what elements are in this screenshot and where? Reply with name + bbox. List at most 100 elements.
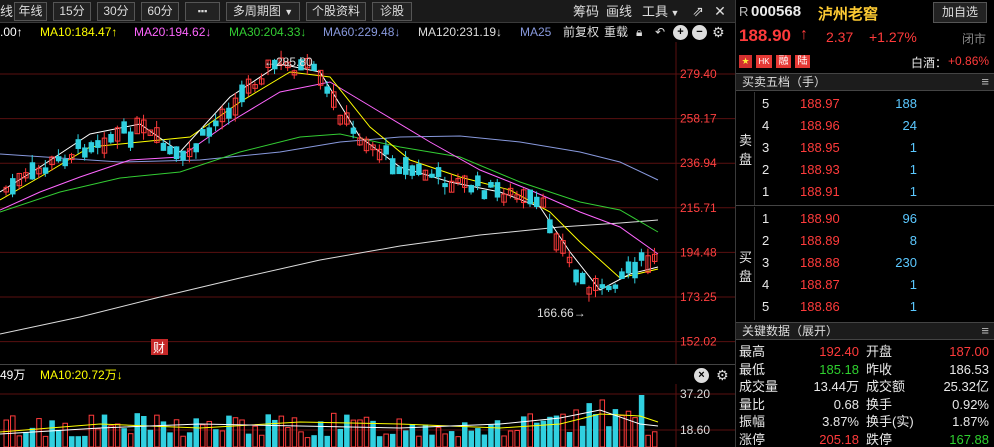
diagnose-button[interactable]: 诊股 — [372, 2, 412, 21]
volume-bar — [553, 415, 560, 447]
candle-body — [62, 158, 68, 167]
high-annotation: ←285.80 — [264, 55, 313, 69]
key-value: 192.40 — [819, 344, 859, 359]
lock-icon[interactable]: 🔒︎ — [636, 23, 642, 42]
stock-name: 泸州老窖 — [818, 6, 879, 23]
buy-row[interactable]: 5 188.86 1 — [736, 296, 994, 318]
candle-body — [429, 173, 435, 178]
collapse-icon[interactable]: ⇗ — [690, 3, 706, 19]
order-level: 4 — [762, 118, 770, 133]
buy-row[interactable]: 3 188.88 230 — [736, 252, 994, 274]
buy-row[interactable]: 4 188.87 1 — [736, 274, 994, 296]
key-data-title[interactable]: 关键数据（展开） ≡ — [736, 322, 994, 340]
period-year-button[interactable]: 年线 — [14, 2, 47, 21]
volume-bar — [507, 430, 514, 447]
key-value: 13.44万 — [813, 379, 859, 394]
chips-link[interactable]: 筹码 — [573, 3, 599, 20]
order-volume: 1 — [909, 162, 917, 177]
candle-body — [579, 272, 586, 285]
period-15min-button[interactable]: 15分 — [53, 2, 91, 21]
zoom-in-icon[interactable]: + — [673, 25, 688, 40]
price-tick: 194.48 — [680, 245, 717, 259]
order-volume: 188 — [895, 96, 917, 111]
tools-menu[interactable]: 工具 ▼ — [642, 3, 679, 20]
zoom-out-icon[interactable]: − — [692, 25, 707, 40]
period-60min-button[interactable]: 60分 — [141, 2, 179, 21]
key-data-row: 振幅 3.87% 换手(实) 1.87% — [736, 412, 994, 431]
key-value: 167.88 — [949, 431, 989, 447]
candle-body — [127, 131, 134, 148]
add-watchlist-button[interactable]: 加自选 — [933, 2, 987, 23]
volume-bar — [579, 425, 586, 447]
adjust-mode-link[interactable]: 前复权 — [563, 23, 599, 42]
reload-link[interactable]: 重载 — [604, 23, 628, 42]
draw-line-link[interactable]: 画线 — [606, 3, 632, 20]
candle-body — [468, 184, 475, 193]
key-label: 振幅 — [739, 414, 766, 429]
sector-label[interactable]: 白酒： — [911, 54, 947, 71]
settings-gear-icon[interactable]: ⚙ — [712, 23, 725, 42]
undo-icon[interactable]: ↶ — [655, 23, 665, 42]
candle-body — [494, 182, 501, 198]
menu-icon[interactable]: ≡ — [981, 323, 989, 339]
volume-bar — [134, 413, 140, 447]
order-volume: 8 — [909, 233, 917, 248]
close-volume-icon[interactable]: × — [694, 368, 709, 383]
order-price: 188.95 — [800, 140, 840, 155]
order-level: 3 — [762, 255, 770, 270]
volume-chart[interactable]: 37.20 18.60 — [0, 384, 735, 447]
volume-settings-gear-icon[interactable]: ⚙ — [716, 365, 729, 385]
order-book-title-text: 买卖五档（手） — [742, 75, 827, 89]
menu-icon[interactable]: ≡ — [981, 74, 989, 90]
ma20-value: MA20:194.62↓ — [134, 25, 212, 39]
key-value: 3.87% — [822, 414, 859, 429]
stock-flags-row: ★ HK 融 陆 白酒： +0.86% — [736, 52, 994, 72]
period-30min-button[interactable]: 30分 — [97, 2, 135, 21]
financial-report-badge[interactable]: 财 — [153, 341, 165, 355]
market-status: 闭市 — [962, 32, 987, 46]
hk-connect-badge[interactable]: HK — [756, 55, 772, 68]
candle-body — [625, 261, 632, 274]
volume-bar — [435, 427, 442, 447]
candle-body — [599, 284, 606, 289]
chevron-down-icon: ▼ — [668, 8, 680, 18]
candle-body — [324, 86, 330, 94]
tools-label: 工具 — [642, 4, 669, 19]
stock-header: R 000568 泸州老窖 加自选 188.90 ↑ 2.37 +1.27% 闭… — [736, 0, 994, 50]
last-price: 188.90 — [739, 26, 791, 45]
sell-row[interactable]: 1 188.91 1 — [736, 181, 994, 203]
margin-badge[interactable]: 融 — [776, 55, 791, 68]
sell-book: 卖 盘 5 188.97 188 4 188.96 24 3 188.95 1 2 188.93 1 1… — [736, 92, 994, 205]
ma-legend: .00↑ MA10:184.47↑ MA20:194.62↓ MA30:204.… — [0, 23, 735, 42]
order-price: 188.97 — [800, 96, 840, 111]
sell-row[interactable]: 2 188.93 1 — [736, 159, 994, 181]
more-periods-button[interactable]: ▪▪▪ — [185, 2, 220, 21]
sell-row[interactable]: 5 188.97 188 — [736, 93, 994, 115]
candle-body — [95, 140, 101, 148]
volume-ma10-value: MA10:20.72万↓ — [40, 368, 123, 382]
stock-connect-badge[interactable]: 陆 — [795, 55, 810, 68]
volume-bar — [232, 417, 239, 447]
period-partial-label[interactable]: 线 — [0, 3, 13, 20]
close-icon[interactable]: ✕ — [712, 3, 728, 19]
volume-bar — [29, 427, 36, 447]
sell-row[interactable]: 4 188.96 24 — [736, 115, 994, 137]
volume-bar — [88, 414, 95, 447]
candle-body — [612, 284, 619, 289]
candle-body — [435, 167, 442, 178]
buy-row[interactable]: 2 188.89 8 — [736, 230, 994, 252]
kline-chart[interactable]: 279.40 258.17 236.94 215.71 194.48 173.25 152.… — [0, 42, 735, 364]
sell-row[interactable]: 3 188.95 1 — [736, 137, 994, 159]
volume-bar — [213, 429, 219, 447]
stock-profile-button[interactable]: 个股资料 — [306, 2, 366, 21]
multi-period-dropdown[interactable]: 多周期图 ▼ — [226, 2, 300, 21]
candle-body — [442, 183, 448, 188]
volume-ma5-value: 49万 — [0, 368, 26, 382]
candle-body — [29, 162, 36, 180]
key-value: 0.68 — [833, 396, 859, 412]
volume-bar — [186, 432, 193, 447]
volume-bar — [278, 415, 285, 447]
candle-body — [389, 158, 396, 175]
volume-bar — [42, 435, 49, 447]
buy-row[interactable]: 1 188.90 96 — [736, 208, 994, 230]
